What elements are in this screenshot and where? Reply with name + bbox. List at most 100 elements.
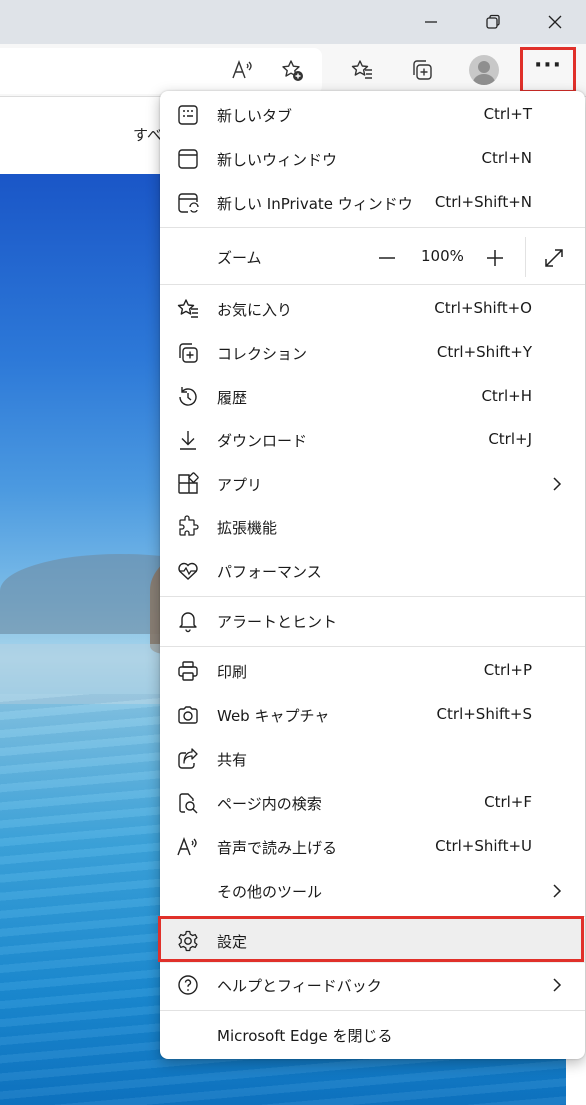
minimize-button[interactable] [400,0,462,44]
minus-icon [379,257,395,259]
menu-label: 音声で読み上げる [217,839,338,857]
add-favorite-icon [282,60,303,81]
menu-item-close-edge[interactable]: Microsoft Edge を閉じる [160,1013,585,1057]
browser-toolbar: ··· [0,44,586,96]
favorites-button[interactable] [342,50,382,90]
chevron-right-icon [549,474,565,494]
menu-item-new-tab[interactable]: 新しいタブ Ctrl+T [160,93,585,137]
menu-item-zoom: ズーム 100% [160,235,585,279]
help-icon [176,973,200,997]
menu-label: ズーム [217,249,262,267]
read-aloud-button[interactable] [222,50,262,90]
menu-item-history[interactable]: 履歴 Ctrl+H [160,375,585,419]
menu-label: アラートとヒント [217,613,338,631]
zoom-in-button[interactable] [480,243,510,273]
full-screen-icon [545,249,563,267]
divider [160,646,585,647]
menu-item-print[interactable]: 印刷 Ctrl+P [160,649,585,693]
more-icon: ··· [533,53,563,78]
menu-item-more-tools[interactable]: その他のツール [160,869,585,913]
menu-item-extensions[interactable]: 拡張機能 [160,505,585,549]
new-window-icon [176,147,200,171]
divider [160,596,585,597]
performance-icon [176,559,200,583]
share-icon [176,747,200,771]
menu-label: Microsoft Edge を閉じる [217,1027,393,1045]
plus-icon [487,250,503,266]
divider [160,227,585,228]
menu-shortcut: Ctrl+Shift+Y [436,343,532,361]
settings-highlight-box [158,916,584,962]
menu-shortcut: Ctrl+J [488,430,532,448]
menu-item-new-window[interactable]: 新しいウィンドウ Ctrl+N [160,137,585,181]
menu-label: 履歴 [217,389,248,407]
menu-shortcut: Ctrl+T [483,105,532,123]
menu-shortcut: Ctrl+Shift+U [435,837,532,855]
collections-icon [413,60,432,80]
divider [525,237,526,277]
menu-shortcut: Ctrl+F [484,793,532,811]
menu-label: 新しい InPrivate ウィンドウ [217,195,413,213]
menu-item-apps[interactable]: アプリ [160,462,585,506]
extensions-icon [176,515,200,539]
chevron-right-icon [549,881,565,901]
find-on-page-icon [176,791,200,815]
zoom-out-button[interactable] [372,243,402,273]
menu-shortcut: Ctrl+N [481,149,532,167]
zoom-value: 100% [421,247,464,265]
favorites-icon [176,297,200,321]
menu-label: ページ内の検索 [217,795,322,813]
menu-item-help-and-feedback[interactable]: ヘルプとフィードバック [160,963,585,1007]
minimize-icon [425,21,437,23]
title-bar [0,0,586,44]
menu-label: 共有 [217,751,248,769]
menu-item-share[interactable]: 共有 [160,737,585,781]
restore-icon [486,14,500,29]
full-screen-button[interactable] [539,243,569,273]
menu-label: 新しいウィンドウ [217,151,338,169]
menu-item-read-aloud[interactable]: 音声で読み上げる Ctrl+Shift+U [160,825,585,869]
menu-label: アプリ [217,476,263,494]
close-icon [548,15,562,29]
web-capture-icon [176,703,200,727]
menu-label: ダウンロード [217,432,308,450]
menu-label: 拡張機能 [217,519,278,537]
close-window-button[interactable] [524,0,586,44]
favorites-icon [351,60,372,79]
apps-icon [176,472,200,496]
printer-icon [176,659,200,683]
divider [160,284,585,285]
menu-shortcut: Ctrl+Shift+S [436,705,532,723]
profile-button[interactable] [464,50,504,90]
settings-and-more-menu: 新しいタブ Ctrl+T 新しいウィンドウ Ctrl+N 新しい InPriva… [160,91,585,1059]
menu-item-performance[interactable]: パフォーマンス [160,549,585,593]
bell-icon [176,609,200,633]
menu-label: 印刷 [217,663,248,681]
inprivate-icon [176,191,200,215]
settings-and-more-button[interactable]: ··· [520,47,576,93]
menu-item-web-capture[interactable]: Web キャプチャ Ctrl+Shift+S [160,693,585,737]
menu-shortcut: Ctrl+Shift+N [434,193,532,211]
read-aloud-icon [176,835,200,859]
menu-item-new-inprivate-window[interactable]: 新しい InPrivate ウィンドウ Ctrl+Shift+N [160,181,585,225]
menu-item-downloads[interactable]: ダウンロード Ctrl+J [160,418,585,462]
menu-label: コレクション [217,345,308,363]
menu-item-favorites[interactable]: お気に入り Ctrl+Shift+O [160,287,585,331]
divider [160,1010,585,1011]
page-nav-text[interactable]: すべ [133,124,162,145]
restore-button[interactable] [462,0,524,44]
new-tab-icon [176,103,200,127]
menu-item-alerts-and-tips[interactable]: アラートとヒント [160,599,585,643]
menu-label: ヘルプとフィードバック [217,977,382,995]
menu-label: お気に入り [217,301,293,319]
menu-label: Web キャプチャ [217,707,330,725]
menu-shortcut: Ctrl+H [481,387,532,405]
download-icon [176,428,200,452]
menu-item-find-on-page[interactable]: ページ内の検索 Ctrl+F [160,781,585,825]
read-aloud-icon [232,60,252,79]
collections-button[interactable] [402,50,442,90]
profile-avatar [469,55,499,85]
menu-item-collections[interactable]: コレクション Ctrl+Shift+Y [160,331,585,375]
add-favorite-button[interactable] [272,50,312,90]
menu-shortcut: Ctrl+Shift+O [434,299,532,317]
